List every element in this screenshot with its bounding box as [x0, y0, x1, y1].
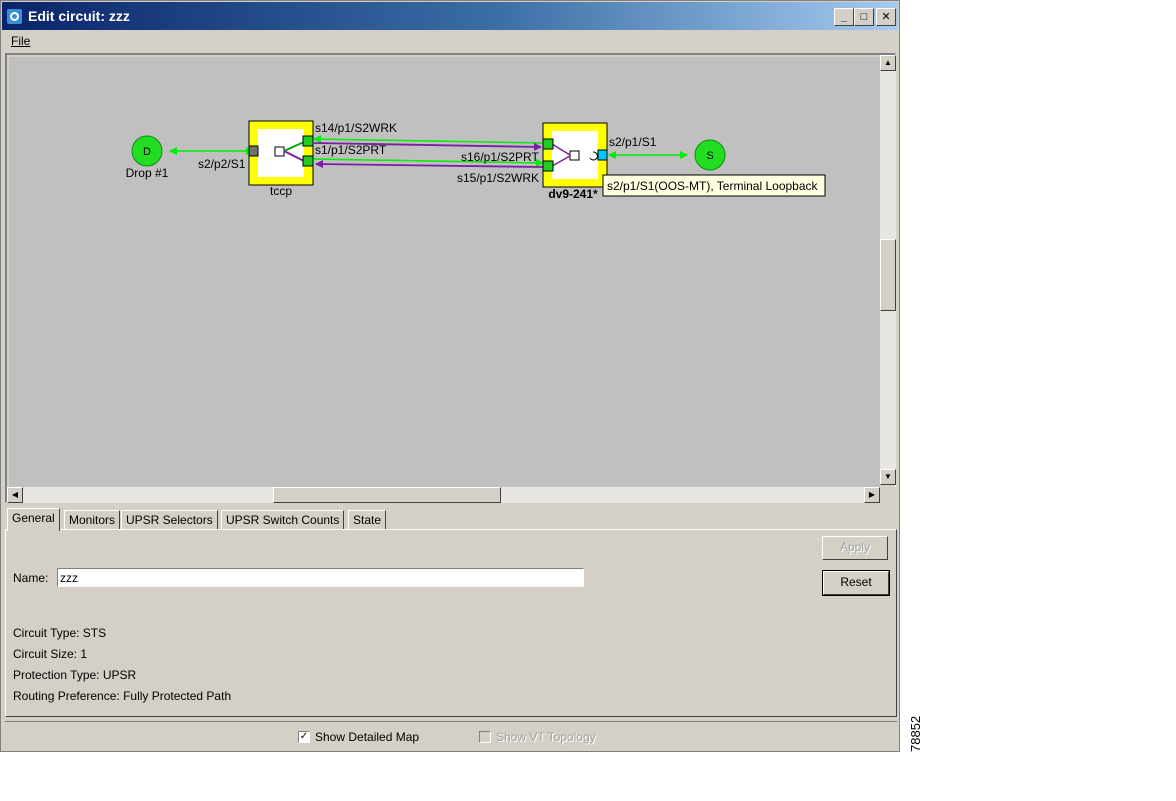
- show-detailed-map-checkbox[interactable]: ✓: [298, 731, 310, 743]
- tab-general[interactable]: General: [7, 508, 60, 531]
- source-node[interactable]: S: [694, 139, 726, 171]
- bottom-options-bar: ✓ Show Detailed Map Show VT Topology: [5, 721, 897, 749]
- scroll-left-button[interactable]: ◀: [7, 487, 23, 503]
- show-detailed-map-label: Show Detailed Map: [315, 730, 420, 744]
- show-vt-topology-label: Show VT Topology: [496, 730, 596, 744]
- map-vertical-scrollbar[interactable]: ▲ ▼: [880, 55, 896, 485]
- scroll-up-button[interactable]: ▲: [880, 55, 896, 71]
- title-bar[interactable]: Edit circuit: zzz _ □ ✕: [2, 2, 898, 30]
- scroll-down-button[interactable]: ▼: [880, 469, 896, 485]
- show-vt-topology-checkbox[interactable]: [479, 731, 491, 743]
- source-node-letter: S: [706, 150, 713, 162]
- menu-file-label: File: [11, 34, 31, 48]
- minimize-icon: _: [840, 11, 848, 23]
- figure-id: 78852: [904, 712, 928, 752]
- horizontal-scroll-thumb[interactable]: [273, 487, 501, 503]
- drop-node-letter: D: [143, 146, 151, 158]
- port-label-s14: s14/p1/S2WRK: [315, 121, 397, 135]
- app-icon: [6, 8, 23, 25]
- scroll-right-button[interactable]: ▶: [864, 487, 880, 503]
- link-s15-protect[interactable]: [315, 160, 544, 169]
- map-horizontal-scrollbar[interactable]: ◀ ▶: [7, 487, 880, 503]
- tab-state[interactable]: State: [348, 510, 387, 530]
- scroll-left-icon: ◀: [11, 490, 19, 499]
- node-tccp[interactable]: [248, 120, 314, 186]
- dv9-port-s15: [542, 160, 554, 172]
- figure-id-text: 78852: [908, 715, 923, 752]
- edit-circuit-window: Edit circuit: zzz _ □ ✕ File D Drop #1 s…: [0, 0, 900, 752]
- circuit-map-canvas[interactable]: D Drop #1 s2/p2/S1 tccp s14/p1/S2WRK s1/…: [9, 57, 880, 487]
- tab-upsr-switch-counts[interactable]: UPSR Switch Counts: [221, 510, 345, 530]
- general-panel: Name: Apply Reset Circuit Type: STS Circ…: [5, 529, 897, 717]
- maximize-icon: □: [860, 11, 868, 23]
- node-tccp-label: tccp: [270, 184, 292, 198]
- node-dv9-label: dv9-241*: [548, 187, 598, 201]
- maximize-button[interactable]: □: [854, 8, 874, 26]
- scroll-down-icon: ▼: [884, 472, 892, 481]
- reset-button[interactable]: Reset: [822, 570, 890, 596]
- dv9-port-s14: [542, 138, 554, 150]
- routing-preference: Routing Preference: Fully Protected Path: [13, 689, 232, 703]
- scroll-right-icon: ▶: [868, 490, 876, 499]
- scroll-corner: [880, 487, 896, 503]
- minimize-button[interactable]: _: [834, 8, 854, 26]
- port-tooltip: s2/p1/S1(OOS-MT), Terminal Loopback: [602, 174, 826, 197]
- tccp-port-s14: [302, 135, 314, 147]
- apply-button[interactable]: Apply: [822, 536, 888, 560]
- source-link-label: s2/p1/S1: [609, 135, 657, 149]
- vertical-scroll-thumb[interactable]: [880, 239, 896, 311]
- menu-bar: File: [2, 31, 898, 51]
- circuit-map-pane: D Drop #1 s2/p2/S1 tccp s14/p1/S2WRK s1/…: [5, 53, 896, 503]
- name-label: Name:: [13, 571, 49, 585]
- name-input[interactable]: [57, 568, 584, 587]
- circuit-type: Circuit Type: STS: [13, 626, 107, 640]
- tab-upsr-selectors[interactable]: UPSR Selectors: [121, 510, 218, 530]
- drop-link-label: s2/p2/S1: [198, 157, 246, 171]
- port-label-s15: s15/p1/S2WRK: [457, 171, 539, 185]
- circuit-size: Circuit Size: 1: [13, 647, 88, 661]
- checkmark-icon: ✓: [299, 731, 309, 742]
- drop-node[interactable]: D: [131, 135, 163, 167]
- port-label-s16: s16/p1/S2PRT: [461, 150, 539, 164]
- node-dv9-241[interactable]: [542, 122, 608, 188]
- tab-monitors[interactable]: Monitors: [64, 510, 121, 530]
- dv9-port-s2: [597, 149, 608, 161]
- circuit-map-svg: D Drop #1 s2/p2/S1 tccp s14/p1/S2WRK s1/…: [126, 120, 826, 201]
- port-tooltip-text: s2/p1/S1(OOS-MT), Terminal Loopback: [607, 179, 819, 193]
- tccp-port-s1: [302, 155, 314, 167]
- port-label-s1: s1/p1/S2PRT: [315, 143, 387, 157]
- window-title: Edit circuit: zzz: [28, 8, 130, 24]
- close-icon: ✕: [881, 11, 891, 23]
- protection-type: Protection Type: UPSR: [13, 668, 137, 682]
- close-button[interactable]: ✕: [876, 8, 896, 26]
- scroll-up-icon: ▲: [884, 58, 892, 67]
- menu-file[interactable]: File: [11, 34, 30, 48]
- tccp-port-left: [248, 145, 259, 157]
- drop-node-label: Drop #1: [126, 166, 169, 180]
